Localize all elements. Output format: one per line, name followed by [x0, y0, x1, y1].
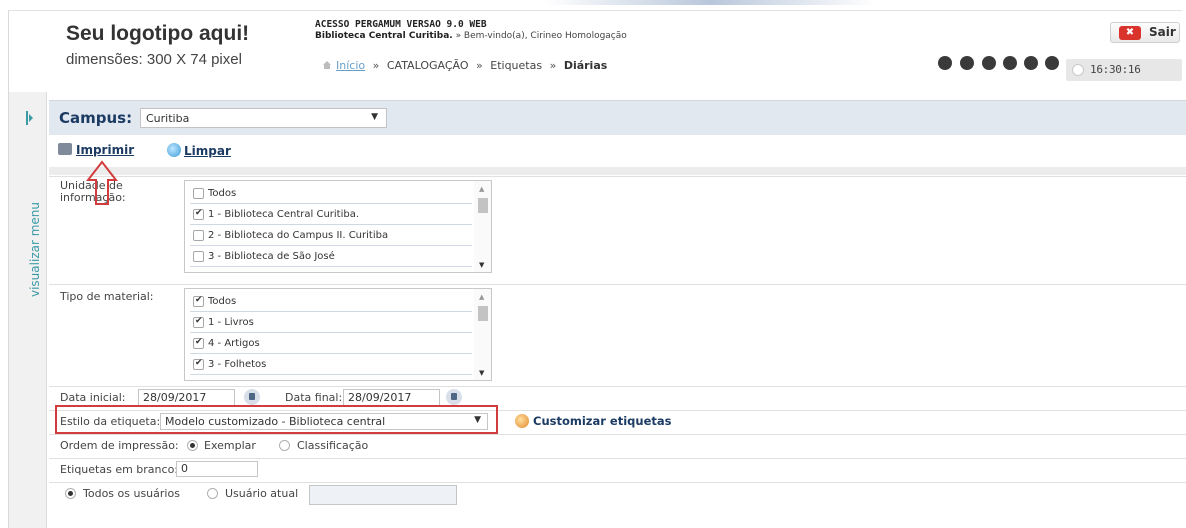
- end-date-label: Data final:: [285, 391, 343, 404]
- clock-time: 16:30:16: [1090, 63, 1141, 76]
- list-item[interactable]: Todos: [190, 291, 472, 312]
- end-date-input[interactable]: 28/09/2017: [343, 389, 440, 406]
- print-button[interactable]: Imprimir: [58, 143, 134, 157]
- checkbox[interactable]: [193, 337, 204, 349]
- divider: [49, 167, 1186, 175]
- show-menu-button[interactable]: visualizar menu: [23, 200, 43, 300]
- breadcrumb-catalogacao[interactable]: CATALOGAÇÃO: [387, 59, 469, 72]
- campus-label: Campus:: [59, 109, 133, 127]
- breadcrumb: Início » CATALOGAÇÃO » Etiquetas » Diári…: [322, 59, 607, 72]
- logout-button[interactable]: ✖ Sair: [1110, 22, 1180, 43]
- header-welcome: Biblioteca Central Curitiba. » Bem-vindo…: [315, 31, 627, 41]
- customize-labels-button[interactable]: Customizar etiquetas: [515, 414, 671, 428]
- breadcrumb-etiquetas[interactable]: Etiquetas: [490, 59, 542, 72]
- sidebar-toggle-icon[interactable]: [26, 111, 34, 125]
- scroll-thumb[interactable]: [478, 306, 488, 321]
- radio-classificacao-label: Classificação: [297, 439, 369, 452]
- scrollbar[interactable]: ▲ ▼: [474, 181, 491, 272]
- printer-icon: [58, 143, 72, 155]
- clear-icon: [167, 143, 181, 157]
- print-order-label: Ordem de impressão:: [60, 439, 179, 452]
- list-item[interactable]: 4 - Artigos: [190, 333, 472, 354]
- list-item[interactable]: 1 - Biblioteca Central Curitiba.: [190, 204, 472, 225]
- welcome-text: » Bem-vindo(a), Cirineo Homologação: [452, 31, 627, 41]
- main-content: Campus: Curitiba ▼ Imprimir Limpar Unida…: [49, 92, 1186, 528]
- close-icon: ✖: [1119, 26, 1141, 40]
- checkbox[interactable]: [193, 358, 204, 370]
- logo-subtitle: dimensões: 300 X 74 pixel: [66, 51, 242, 68]
- customize-icon: [515, 414, 529, 428]
- radio-exemplar[interactable]: [187, 440, 198, 451]
- highlight-annotation: [55, 405, 498, 434]
- start-date-input[interactable]: 28/09/2017: [138, 389, 235, 406]
- clear-button[interactable]: Limpar: [167, 143, 231, 158]
- list-item[interactable]: 1 - Livros: [190, 312, 472, 333]
- checkbox[interactable]: [193, 230, 204, 241]
- scroll-up-icon[interactable]: ▲: [479, 185, 484, 193]
- radio-current-user[interactable]: [207, 488, 218, 499]
- radio-classificacao[interactable]: [279, 440, 290, 451]
- refresh-icon[interactable]: [960, 56, 974, 70]
- breadcrumb-home-link[interactable]: Início: [336, 59, 365, 72]
- checkbox[interactable]: [193, 251, 204, 262]
- library-name: Biblioteca Central Curitiba.: [315, 31, 453, 41]
- radio-current-user-label: Usuário atual: [225, 487, 299, 500]
- campus-select[interactable]: Curitiba ▼: [140, 108, 387, 128]
- breadcrumb-current: Diárias: [563, 59, 608, 72]
- clock-icon: [1072, 64, 1084, 76]
- app-title: ACESSO PERGAMUM VERSAO 9.0 WEB: [315, 19, 487, 30]
- scroll-thumb[interactable]: [478, 198, 488, 213]
- session-clock: 16:30:16: [1066, 59, 1182, 81]
- tipo-block: Tipo de material: Todos 1 - Livros 4 - A…: [49, 284, 1186, 382]
- scroll-down-icon[interactable]: ▼: [479, 261, 484, 269]
- radio-all-users-label: Todos os usuários: [83, 487, 180, 500]
- print-label: Imprimir: [76, 143, 135, 157]
- logout-label: Sair: [1149, 25, 1176, 39]
- checkbox[interactable]: [193, 316, 204, 328]
- scroll-down-icon[interactable]: ▼: [479, 369, 484, 377]
- chevron-down-icon: ▼: [371, 112, 378, 122]
- list-item[interactable]: 2 - Biblioteca do Campus II. Curitiba: [190, 225, 472, 246]
- scroll-up-icon[interactable]: ▲: [479, 293, 484, 301]
- list-item[interactable]: 3 - Biblioteca de São José: [190, 246, 472, 267]
- campus-selected: Curitiba: [146, 112, 190, 125]
- blank-labels-input[interactable]: 0: [176, 461, 258, 477]
- print-order-row: Ordem de impressão: Exemplar Classificaç…: [49, 434, 1186, 455]
- question-icon[interactable]: [1024, 56, 1038, 70]
- campus-bar: Campus: Curitiba ▼: [49, 100, 1186, 135]
- calendar-icon[interactable]: [446, 389, 462, 405]
- list-item[interactable]: Todos: [190, 183, 472, 204]
- users-row: Todos os usuários Usuário atual: [49, 482, 1186, 506]
- accessibility-icon[interactable]: [982, 56, 996, 70]
- checkbox[interactable]: [193, 208, 204, 220]
- calendar-icon[interactable]: [244, 389, 260, 405]
- start-date-label: Data inicial:: [60, 391, 126, 404]
- top-strip: [0, 0, 1186, 8]
- font-icon[interactable]: [1045, 56, 1059, 70]
- help-icon[interactable]: [938, 56, 952, 70]
- blank-labels-row: Etiquetas em branco: 0: [49, 458, 1186, 479]
- radio-all-users[interactable]: [65, 488, 76, 499]
- actions-bar: Imprimir Limpar: [49, 135, 1186, 167]
- unidade-listbox[interactable]: Todos 1 - Biblioteca Central Curitiba. 2…: [184, 180, 492, 273]
- contrast-icon[interactable]: [1003, 56, 1017, 70]
- scrollbar[interactable]: ▲ ▼: [474, 289, 491, 380]
- unidade-block: Unidade de informação: Todos 1 - Bibliot…: [49, 176, 1186, 274]
- show-menu-label: visualizar menu: [28, 202, 42, 297]
- arrow-up-icon: [86, 160, 118, 205]
- radio-exemplar-label: Exemplar: [204, 439, 256, 452]
- list-item[interactable]: 3 - Folhetos: [190, 354, 472, 375]
- home-icon: [323, 61, 331, 69]
- checkbox[interactable]: [193, 295, 204, 307]
- dates-row: Data inicial: 28/09/2017 Data final: 28/…: [49, 386, 1186, 407]
- tipo-label: Tipo de material:: [60, 290, 154, 303]
- logo-title: Seu logotipo aqui!: [66, 22, 250, 45]
- tipo-listbox[interactable]: Todos 1 - Livros 4 - Artigos 3 - Folheto…: [184, 288, 492, 381]
- checkbox[interactable]: [193, 188, 204, 199]
- blank-labels-label: Etiquetas em branco:: [60, 463, 179, 476]
- sidebar: [9, 92, 47, 528]
- clear-label: Limpar: [184, 144, 231, 158]
- user-field[interactable]: [309, 485, 457, 505]
